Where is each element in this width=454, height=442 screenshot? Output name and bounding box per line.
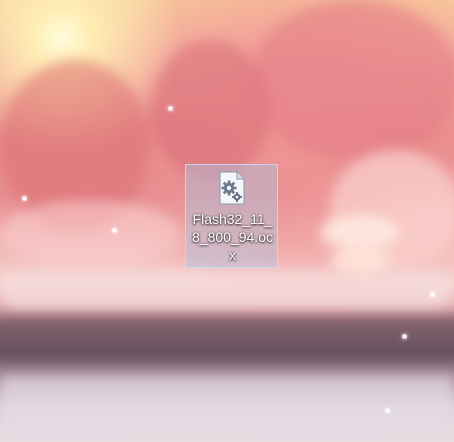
wallpaper-foliage xyxy=(250,0,454,160)
wallpaper-sparkle xyxy=(385,408,390,413)
wallpaper-stream-shadow xyxy=(0,315,454,360)
file-name-label[interactable]: Flash32_11_ 8_800_94.oc x xyxy=(186,210,279,264)
desktop[interactable]: Flash32_11_ 8_800_94.oc x xyxy=(0,0,454,442)
wallpaper-sparkle xyxy=(430,292,435,297)
wallpaper-sparkle xyxy=(22,196,27,201)
wallpaper-sparkle xyxy=(112,228,117,233)
wallpaper-sparkle xyxy=(168,106,173,111)
wallpaper-snow-rock xyxy=(330,245,390,275)
settings-file-icon[interactable] xyxy=(217,171,247,205)
desktop-file-item[interactable]: Flash32_11_ 8_800_94.oc x xyxy=(185,164,278,268)
wallpaper-sparkle xyxy=(402,334,407,339)
wallpaper-snow xyxy=(0,200,180,270)
wallpaper-stream-bank xyxy=(0,270,454,310)
